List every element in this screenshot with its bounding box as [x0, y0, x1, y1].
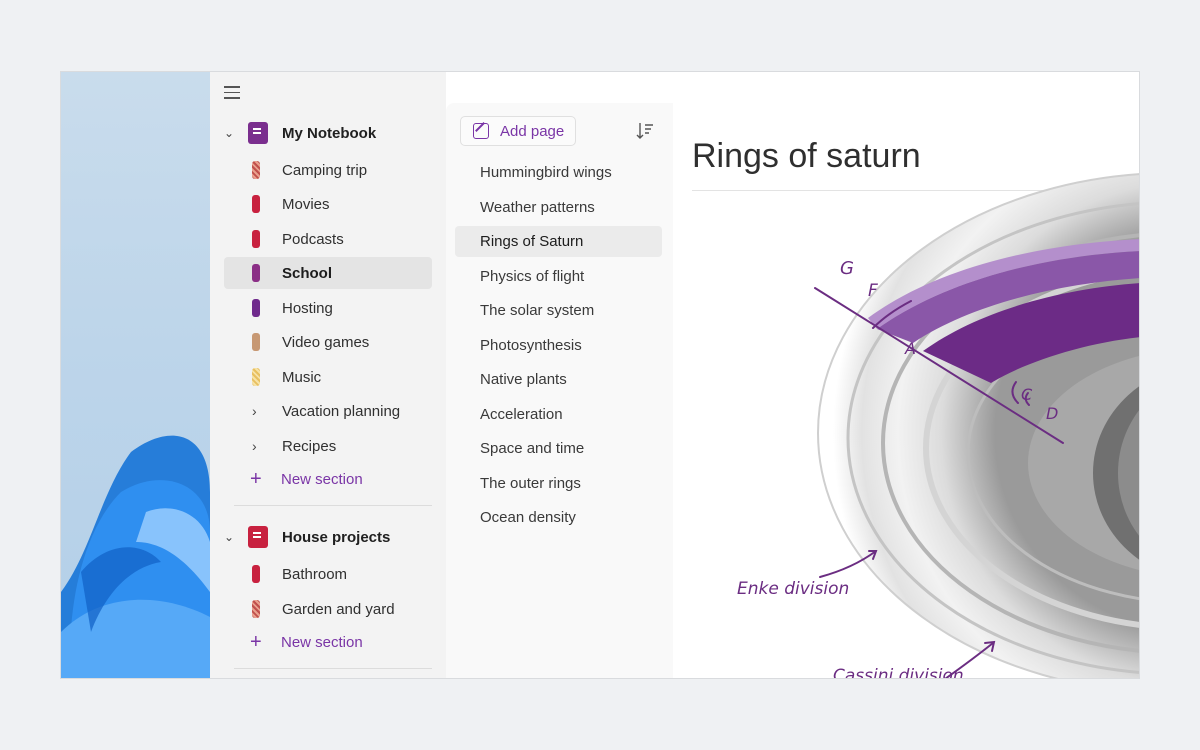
- hamburger-menu-icon[interactable]: [224, 86, 240, 100]
- new-section-button[interactable]: + New section: [224, 626, 432, 658]
- notebook-label: My Notebook: [282, 124, 377, 142]
- page-label: Photosynthesis: [480, 337, 582, 354]
- new-section-button[interactable]: + New section: [224, 463, 432, 495]
- divider: [234, 668, 432, 669]
- section-label: Camping trip: [282, 161, 368, 179]
- section-tab-icon: [252, 264, 260, 282]
- section-tab-icon: [252, 600, 260, 618]
- section-video-games[interactable]: Video games: [224, 326, 432, 358]
- page-label: Acceleration: [480, 406, 563, 423]
- chevron-down-icon[interactable]: ⌄: [224, 126, 242, 140]
- notebook-icon: [248, 526, 268, 548]
- section-tab-icon: [252, 368, 260, 386]
- notebook-label: House projects: [282, 528, 391, 546]
- page-label: Native plants: [480, 371, 567, 388]
- section-label: Music: [282, 368, 322, 386]
- section-group-recipes[interactable]: › Recipes: [224, 430, 432, 462]
- chevron-right-icon[interactable]: ›: [252, 403, 264, 419]
- sort-icon[interactable]: [634, 120, 656, 142]
- page-item-selected[interactable]: Rings of Saturn: [455, 226, 662, 257]
- section-tab-icon: [252, 333, 260, 351]
- page-list-pane: Add page Hummingbird wings Weather patte…: [446, 103, 673, 678]
- cassini-division-label: Cassini division: [833, 666, 964, 679]
- section-camping-trip[interactable]: Camping trip: [224, 154, 432, 186]
- notebook-icon: [248, 122, 268, 144]
- page-label: Hummingbird wings: [480, 164, 612, 181]
- page-label: Rings of Saturn: [480, 233, 584, 250]
- page-label: Weather patterns: [480, 199, 595, 216]
- section-tab-icon: [252, 299, 260, 317]
- section-tab-icon: [252, 195, 260, 213]
- page-item[interactable]: The outer rings: [455, 468, 662, 499]
- page-label: Physics of flight: [480, 268, 585, 285]
- section-label: Movies: [282, 195, 330, 213]
- section-school[interactable]: School: [224, 257, 432, 289]
- section-label: Podcasts: [282, 230, 344, 248]
- new-section-label: New section: [281, 633, 363, 651]
- ring-label-g: G: [840, 258, 854, 279]
- new-section-label: New section: [281, 470, 363, 488]
- section-hosting[interactable]: Hosting: [224, 292, 432, 324]
- section-group-vacation-planning[interactable]: › Vacation planning: [224, 395, 432, 427]
- section-label: Vacation planning: [282, 402, 401, 420]
- saturn-drawing: G F A C D Enke division Cassini division: [737, 173, 1139, 679]
- section-garden-and-yard[interactable]: Garden and yard: [224, 593, 432, 625]
- section-label: Recipes: [282, 437, 337, 455]
- page-item[interactable]: Native plants: [455, 364, 662, 395]
- ring-label-d: D: [1046, 404, 1058, 423]
- page-canvas[interactable]: Rings of saturn G F A C D Enke division …: [673, 103, 1139, 679]
- section-tab-icon: [252, 230, 260, 248]
- notebook-sidebar: ⌄ My Notebook Camping trip Movies Podcas…: [210, 72, 446, 678]
- section-music[interactable]: Music: [224, 361, 432, 393]
- page-label: The solar system: [480, 302, 595, 319]
- section-label: Garden and yard: [282, 600, 395, 618]
- page-item[interactable]: Space and time: [455, 433, 662, 464]
- section-movies[interactable]: Movies: [224, 188, 432, 220]
- desktop-wallpaper: [61, 72, 210, 678]
- page-item[interactable]: Acceleration: [455, 399, 662, 430]
- ring-label-c: C: [1021, 385, 1033, 404]
- add-page-label: Add page: [500, 122, 565, 140]
- section-tab-icon: [252, 565, 260, 583]
- notebook-house-projects[interactable]: ⌄ House projects: [224, 522, 390, 552]
- notebook-my-notebook[interactable]: ⌄ My Notebook: [224, 118, 376, 148]
- section-podcasts[interactable]: Podcasts: [224, 223, 432, 255]
- edit-icon: [473, 123, 489, 139]
- plus-icon: +: [250, 631, 262, 653]
- page-label: Ocean density: [480, 509, 576, 526]
- section-label: Video games: [282, 333, 370, 351]
- divider: [234, 505, 432, 506]
- section-label: Hosting: [282, 299, 333, 317]
- page-label: The outer rings: [480, 475, 581, 492]
- page-item[interactable]: Weather patterns: [455, 192, 662, 223]
- plus-icon: +: [250, 468, 262, 490]
- section-label: School: [282, 264, 333, 282]
- add-page-button[interactable]: Add page: [460, 116, 576, 146]
- page-item[interactable]: Hummingbird wings: [455, 157, 662, 188]
- ring-label-a: A: [904, 339, 916, 358]
- section-bathroom[interactable]: Bathroom: [224, 558, 432, 590]
- onenote-window: ⌄ My Notebook Camping trip Movies Podcas…: [60, 71, 1140, 679]
- ring-label-f: F: [868, 281, 878, 301]
- section-label: Bathroom: [282, 565, 348, 583]
- page-item[interactable]: Photosynthesis: [455, 330, 662, 361]
- page-label: Space and time: [480, 440, 585, 457]
- page-item[interactable]: Physics of flight: [455, 261, 662, 292]
- page-item[interactable]: The solar system: [455, 295, 662, 326]
- page-item[interactable]: Ocean density: [455, 502, 662, 533]
- section-tab-icon: [252, 161, 260, 179]
- chevron-right-icon[interactable]: ›: [252, 438, 264, 454]
- enke-division-label: Enke division: [737, 579, 849, 599]
- chevron-down-icon[interactable]: ⌄: [224, 530, 242, 544]
